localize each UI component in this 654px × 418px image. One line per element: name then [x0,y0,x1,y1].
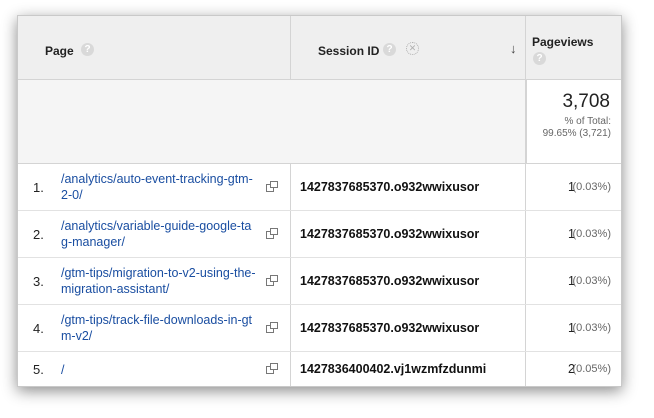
row-number: 3. [33,274,44,289]
page-link[interactable]: /analytics/variable-guide-google-tag-man… [61,218,257,250]
table-row: 1. /analytics/auto-event-tracking-gtm-2-… [18,164,621,211]
session-id-cell: 1427837685370.o932wwixusor [300,180,480,194]
pageviews-total: 3,708 [562,91,610,112]
page-column-header[interactable]: Page ? [18,16,290,79]
session-id-cell: 1427836400402.vj1wzmfzdunmi [300,362,487,376]
help-icon[interactable]: ? [81,43,94,56]
row-number: 2. [33,227,44,242]
open-in-new-window-icon[interactable] [266,181,278,192]
session-id-cell: 1427837685370.o932wwixusor [300,274,480,288]
help-icon[interactable]: ? [383,43,396,56]
table-header: Page ? Session ID ? ✕ ↓ Pageviews ? [18,16,621,80]
page-link[interactable]: /gtm-tips/track-file-downloads-in-gtm-v2… [61,312,257,344]
page-column-label: Page [45,44,74,58]
row-number: 5. [33,362,44,377]
remove-dimension-icon[interactable]: ✕ [406,42,419,55]
page-link[interactable]: /gtm-tips/migration-to-v2-using-the-migr… [61,265,257,297]
pageviews-total-cell: 3,708 % of Total: 99.65% (3,721) [526,80,621,163]
pageviews-percent-cell: (0.05%) [572,363,611,375]
open-in-new-window-icon[interactable] [266,322,278,333]
row-number: 4. [33,321,44,336]
pageviews-column-header[interactable]: Pageviews ? [526,16,621,79]
table-row: 3. /gtm-tips/migration-to-v2-using-the-m… [18,258,621,305]
open-in-new-window-icon[interactable] [266,363,278,374]
pageviews-percent-cell: (0.03%) [572,228,611,240]
help-icon[interactable]: ? [533,52,546,65]
totals-row: 3,708 % of Total: 99.65% (3,721) [18,80,621,164]
pageviews-percent-cell: (0.03%) [572,322,611,334]
table-row: 2. /analytics/variable-guide-google-tag-… [18,211,621,258]
table-row: 4. /gtm-tips/track-file-downloads-in-gtm… [18,305,621,352]
pageviews-total-percent: % of Total: 99.65% (3,721) [542,116,611,139]
session-id-column-header[interactable]: Session ID ? ✕ ↓ [290,16,526,79]
session-id-column-label: Session ID [318,44,380,58]
session-id-cell: 1427837685370.o932wwixusor [300,321,480,335]
session-id-cell: 1427837685370.o932wwixusor [300,227,480,241]
page-link[interactable]: / [61,362,257,378]
page-link[interactable]: /analytics/auto-event-tracking-gtm-2-0/ [61,171,257,203]
sort-descending-icon[interactable]: ↓ [510,41,517,56]
pageviews-column-label: Pageviews [532,35,594,49]
pageviews-percent-cell: (0.03%) [572,181,611,193]
open-in-new-window-icon[interactable] [266,228,278,239]
report-table: Page ? Session ID ? ✕ ↓ Pageviews ? 3,70… [17,15,622,387]
pageviews-percent-cell: (0.03%) [572,275,611,287]
row-number: 1. [33,180,44,195]
open-in-new-window-icon[interactable] [266,275,278,286]
table-row: 5. / 1427836400402.vj1wzmfzdunmi 2 (0.05… [18,352,621,386]
